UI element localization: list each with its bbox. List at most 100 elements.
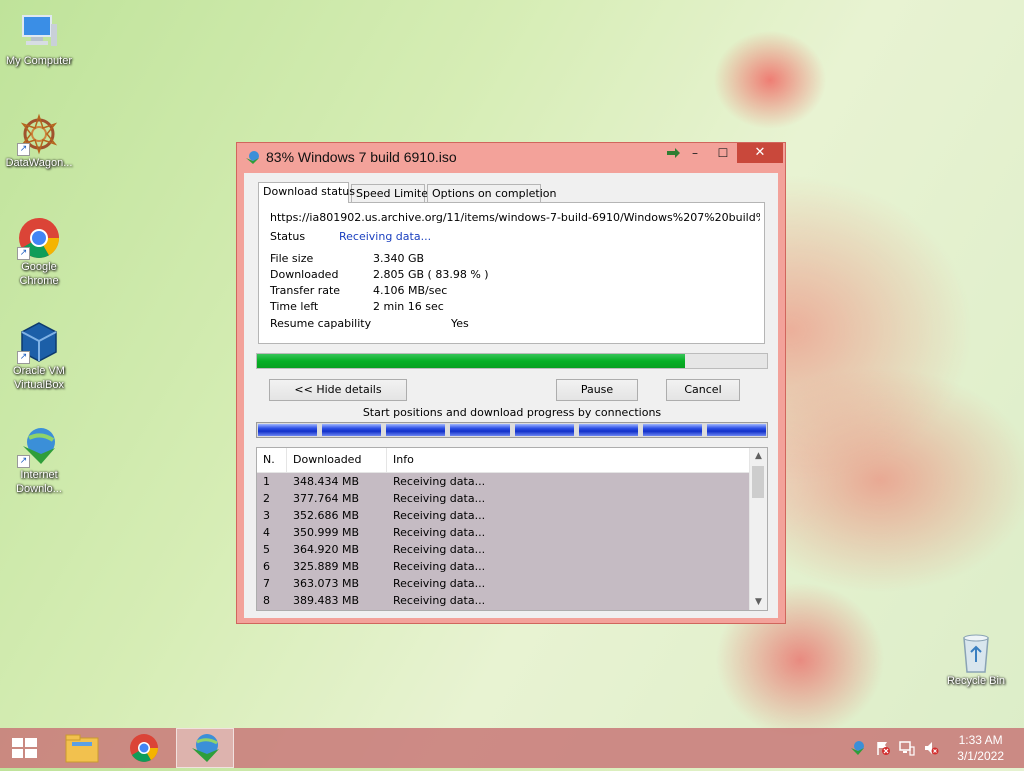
transfer-rate-value: 4.106 MB/sec [373,284,448,297]
table-row[interactable]: 6 325.889 MB Receiving data... [257,558,750,575]
row-downloaded: 348.434 MB [293,475,360,488]
row-number: 5 [263,543,270,556]
desktop-icon-chrome[interactable]: ↗ Google Chrome [0,216,78,288]
desktop-icon-recycle-bin[interactable]: Recycle Bin [936,630,1016,688]
time-left-label: Time left [270,300,319,313]
title-bar[interactable]: 83% Windows 7 build 6910.iso – ☐ ✕ [237,143,785,171]
download-url: https://ia801902.us.archive.org/11/items… [270,211,760,224]
close-button[interactable]: ✕ [737,143,783,163]
desktop-icon-idm[interactable]: ↗ Internet Downlo... [0,424,78,496]
row-info: Receiving data... [393,509,486,522]
column-header-downloaded[interactable]: Downloaded [287,448,387,472]
row-number: 1 [263,475,270,488]
taskbar-chrome[interactable] [116,728,174,768]
download-status-panel: https://ia801902.us.archive.org/11/items… [258,202,765,344]
shortcut-arrow-icon: ↗ [17,351,30,364]
connection-segment [706,424,766,436]
pause-button[interactable]: Pause [556,379,638,401]
desktop-icon-label: DataWagon... [5,157,73,169]
table-scrollbar[interactable]: ▲ ▼ [749,448,767,610]
tab-options-on-completion[interactable]: Options on completion [427,184,557,202]
row-info: Receiving data... [393,526,486,539]
column-header-info[interactable]: Info [387,448,750,472]
shortcut-arrow-icon: ↗ [17,143,30,156]
row-downloaded: 350.999 MB [293,526,360,539]
table-row[interactable]: 1 348.434 MB Receiving data... [257,473,750,490]
desktop-icon-label: Recycle Bin [946,675,1006,687]
desktop-icon-datawagon[interactable]: ↗ DataWagon... [0,112,78,170]
row-info: Receiving data... [393,492,486,505]
file-size-label: File size [270,252,314,265]
table-header: N. Downloaded Info [257,448,750,473]
downloaded-value: 2.805 GB ( 83.98 % ) [373,268,489,281]
clock-date: 3/1/2022 [957,749,1004,763]
shortcut-arrow-icon: ↗ [17,247,30,260]
taskbar-idm[interactable] [176,728,234,768]
row-info: Receiving data... [393,577,486,590]
row-info: Receiving data... [393,543,486,556]
table-row[interactable]: 2 377.764 MB Receiving data... [257,490,750,507]
row-info: Receiving data... [393,475,486,488]
system-clock[interactable]: 1:33 AM 3/1/2022 [957,732,1004,764]
cancel-button[interactable]: Cancel [666,379,740,401]
connection-segment [514,424,574,436]
row-downloaded: 364.920 MB [293,543,360,556]
desktop-icon-label: My Computer [5,55,73,67]
downloaded-label: Downloaded [270,268,339,281]
desktop-icon-my-computer[interactable]: My Computer [0,10,78,68]
connection-segment [578,424,638,436]
table-row[interactable]: 3 352.686 MB Receiving data... [257,507,750,524]
clock-time: 1:33 AM [958,733,1003,747]
desktop-icon-virtualbox[interactable]: ↗ Oracle VM VirtualBox [0,320,78,392]
scroll-up-arrow-icon[interactable]: ▲ [750,448,767,464]
connection-segment [322,424,382,436]
shortcut-arrow-icon: ↗ [17,455,30,468]
windows-logo-icon [12,738,37,758]
volume-muted-icon[interactable] [923,740,939,756]
table-row[interactable]: 8 389.483 MB Receiving data... [257,592,750,609]
chrome-icon [130,734,158,762]
connection-segment [642,424,702,436]
table-row[interactable]: 5 364.920 MB Receiving data... [257,541,750,558]
maximize-button[interactable]: ☐ [709,143,737,163]
table-row[interactable]: 7 363.073 MB Receiving data... [257,575,750,592]
row-info: Receiving data... [393,560,486,573]
row-downloaded: 325.889 MB [293,560,360,573]
connection-segment [386,424,446,436]
virtualbox-icon: ↗ [17,320,61,364]
connections-table: N. Downloaded Info 1 348.434 MB Receiving … [256,447,768,611]
table-body: 1 348.434 MB Receiving data... 2 377.764 MB R… [257,473,750,610]
row-number: 4 [263,526,270,539]
row-number: 6 [263,560,270,573]
scroll-down-arrow-icon[interactable]: ▼ [750,594,767,610]
resume-capability-value: Yes [451,317,469,330]
internet-download-manager-icon [192,734,219,762]
minimize-button[interactable]: – [681,143,709,163]
connections-progress-bar [256,422,768,438]
row-downloaded: 363.073 MB [293,577,360,590]
datawagon-icon: ↗ [17,112,61,156]
taskbar-file-explorer[interactable] [54,728,112,768]
column-header-n[interactable]: N. [257,448,287,472]
row-number: 3 [263,509,270,522]
desktop-icon-label: Internet Downlo... [16,469,62,495]
hide-details-button[interactable]: << Hide details [269,379,407,401]
scroll-thumb[interactable] [752,466,764,498]
connection-segment [450,424,510,436]
table-row[interactable]: 4 350.999 MB Receiving data... [257,524,750,541]
desktop: { "desktop": { "icons": [ {"label": "My … [0,0,1024,768]
download-progress-window: 83% Windows 7 build 6910.iso – ☐ ✕ Downl… [236,142,786,624]
computer-icon [17,10,61,54]
network-icon[interactable] [899,740,915,756]
tab-download-status[interactable]: Download status [258,182,355,203]
start-button[interactable] [0,728,48,768]
desktop-icon-label: Google Chrome [19,261,59,287]
chrome-icon: ↗ [17,216,61,260]
row-downloaded: 389.483 MB [293,594,360,607]
connections-caption: Start positions and download progress by… [362,406,662,419]
file-size-value: 3.340 GB [373,252,425,265]
tab-speed-limiter[interactable]: Speed Limiter [351,184,433,202]
action-center-flag-icon[interactable] [875,740,891,756]
idm-tray-icon[interactable] [850,740,866,756]
recycle-bin-icon [954,630,998,674]
